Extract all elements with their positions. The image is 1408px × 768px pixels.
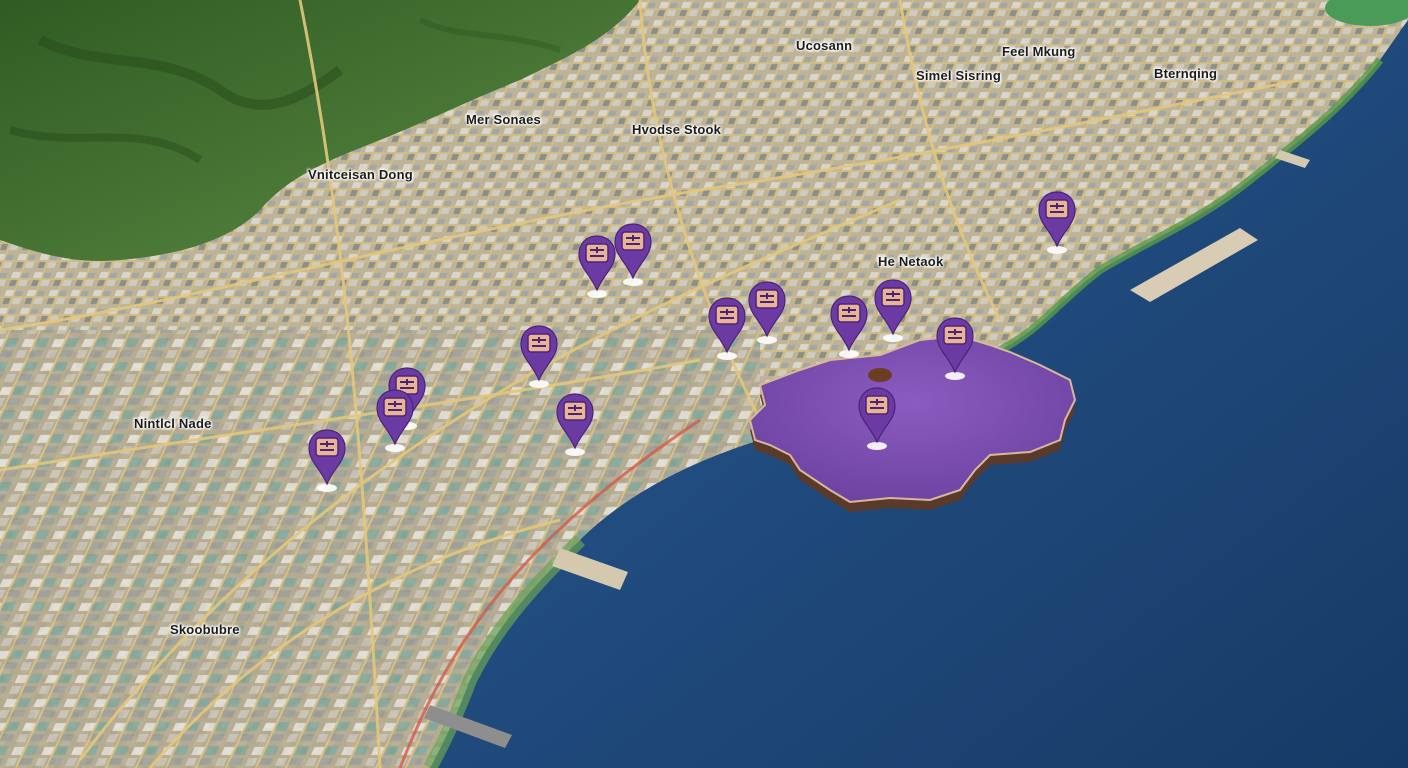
place-label-mer-sonaes: Mer Sonaes: [466, 112, 541, 127]
place-label-feel-mkung: Feel Mkung: [1002, 44, 1076, 59]
sim-card-icon: [527, 333, 551, 353]
sim-card-icon: [621, 231, 645, 251]
place-label-ugoasann: Uᴄosann: [796, 38, 853, 53]
map-canvas[interactable]: Uᴄosann Feel Mkung Simel Sisring Bternqi…: [0, 0, 1408, 768]
sim-card-marker[interactable]: [308, 428, 346, 492]
place-label-bternoqing: Bternqing: [1154, 66, 1218, 81]
sim-card-marker[interactable]: [708, 296, 746, 360]
sim-card-icon: [943, 325, 967, 345]
map-base-layer: [0, 0, 1408, 768]
place-label-he-netaok: He Netaok: [878, 254, 944, 269]
sim-card-icon: [881, 287, 905, 307]
sim-card-icon: [715, 305, 739, 325]
sim-card-marker[interactable]: [614, 222, 652, 286]
sim-card-marker[interactable]: [578, 234, 616, 298]
sim-card-marker[interactable]: [556, 392, 594, 456]
sim-card-icon: [383, 397, 407, 417]
sim-card-marker[interactable]: [748, 280, 786, 344]
sim-card-marker[interactable]: [376, 388, 414, 452]
sim-card-icon: [865, 395, 889, 415]
place-label-simel-sisring: Simel Sisring: [916, 68, 1001, 83]
place-label-hvodse-stook: Hvodse Stook: [632, 122, 722, 137]
place-label-skoobubre: Skoobubre: [170, 622, 240, 637]
sim-card-icon: [837, 303, 861, 323]
sim-card-icon: [315, 437, 339, 457]
place-label-vnitceisan-dong: Vnitceisan Dong: [308, 167, 413, 182]
sim-card-marker[interactable]: [830, 294, 868, 358]
place-label-ninticl-nade: Nintlcl Nade: [134, 416, 212, 431]
sim-card-icon: [585, 243, 609, 263]
sim-card-icon: [755, 289, 779, 309]
sim-card-icon: [563, 401, 587, 421]
sim-card-marker[interactable]: [1038, 190, 1076, 254]
sim-card-marker[interactable]: [936, 316, 974, 380]
sim-card-marker[interactable]: [874, 278, 912, 342]
sim-card-marker[interactable]: [520, 324, 558, 388]
sim-card-icon: [1045, 199, 1069, 219]
sim-card-marker[interactable]: [858, 386, 896, 450]
